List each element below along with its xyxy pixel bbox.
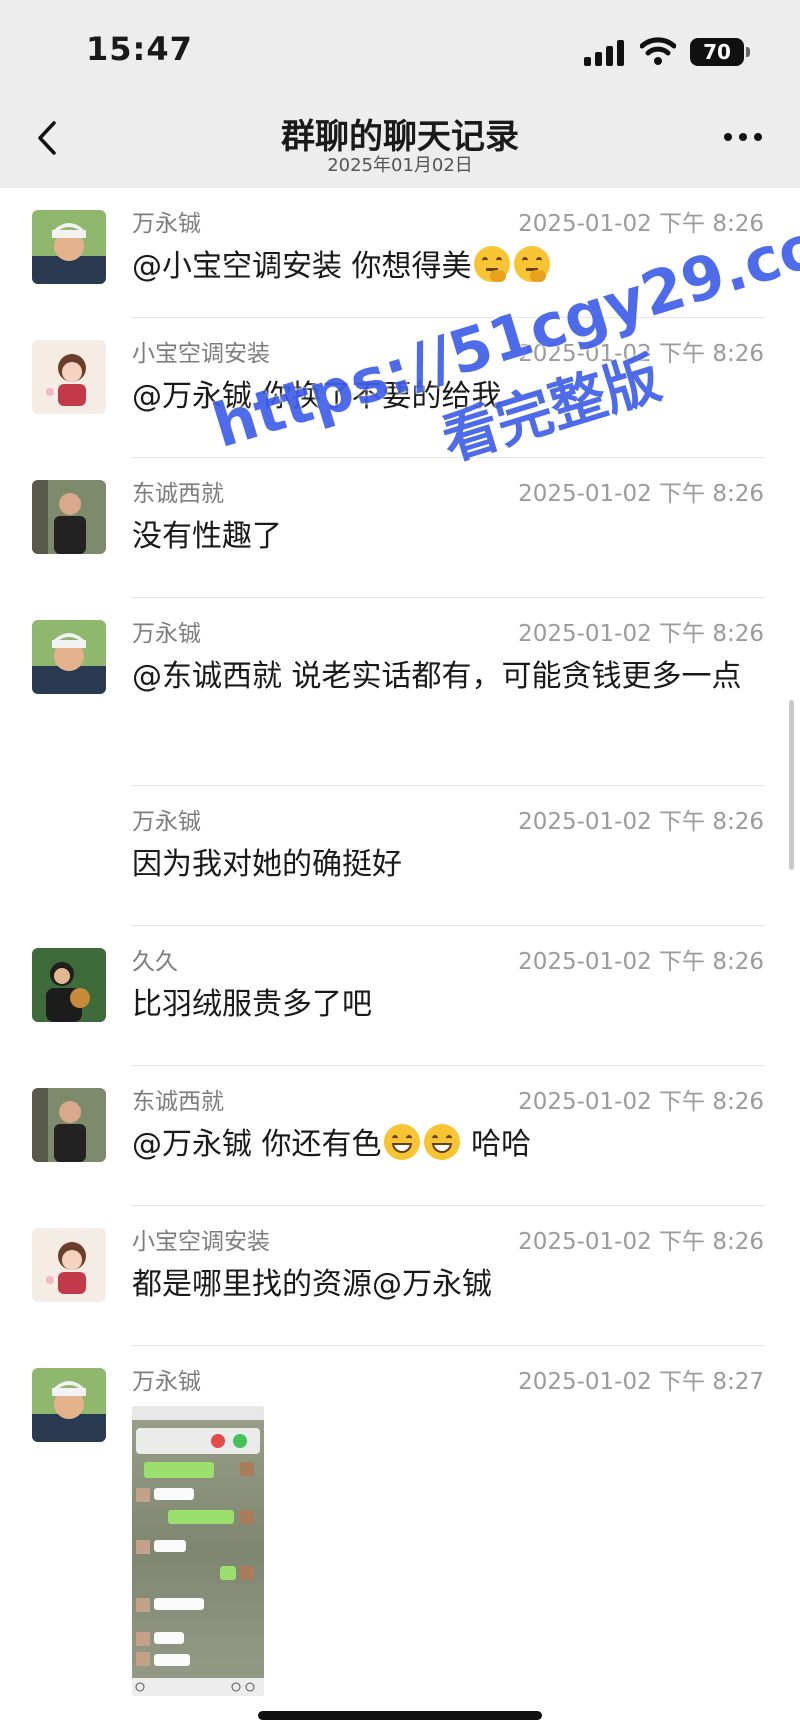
- sender-name: 万永铖: [132, 809, 201, 835]
- scrollbar-thumb[interactable]: [789, 700, 794, 870]
- wifi-icon: [640, 37, 676, 65]
- grinning-face-emoji-icon: [423, 1124, 460, 1160]
- page-subtitle: 2025年01月02日: [327, 155, 473, 176]
- sender-name: 小宝空调安装: [132, 341, 270, 367]
- sender-name: 万永铖: [132, 211, 201, 237]
- message-text-content: @万永铖 你还有色: [132, 1127, 382, 1162]
- status-time: 15:47: [86, 30, 193, 68]
- nav-bar: 群聊的聊天记录 2025年01月02日: [0, 95, 800, 188]
- message-item[interactable]: 万永铖 2025-01-02 下午 8:26 @小宝空调安装 你想得美: [0, 188, 800, 318]
- message-item[interactable]: 万永铖 2025-01-02 下午 8:26 @东诚西就 说老实话都有，可能贪钱…: [0, 598, 800, 786]
- message-time: 2025-01-02 下午 8:26: [518, 481, 764, 507]
- home-indicator: [258, 1711, 542, 1720]
- sender-name: 久久: [132, 949, 178, 975]
- message-text: 比羽绒服贵多了吧: [132, 987, 372, 1022]
- cellular-signal-icon: [584, 40, 624, 66]
- sender-name: 万永铖: [132, 1369, 201, 1395]
- message-item[interactable]: 小宝空调安装 2025-01-02 下午 8:26 @万永铖 你换了不要的给我: [0, 318, 800, 458]
- thinking-face-emoji-icon: [473, 246, 510, 282]
- message-text-content: @小宝空调安装 你想得美: [132, 249, 472, 284]
- message-time: 2025-01-02 下午 8:26: [518, 341, 764, 367]
- message-item[interactable]: 万永铖 2025-01-02 下午 8:26 因为我对她的确挺好: [0, 786, 800, 926]
- message-item[interactable]: 万永铖 2025-01-02 下午 8:27: [0, 1346, 800, 1733]
- message-item[interactable]: 久久 2025-01-02 下午 8:26 比羽绒服贵多了吧: [0, 926, 800, 1066]
- message-time: 2025-01-02 下午 8:26: [518, 1229, 764, 1255]
- status-bar: 15:47 70: [0, 0, 800, 95]
- sender-name: 东诚西就: [132, 481, 224, 507]
- avatar[interactable]: [32, 1088, 106, 1162]
- message-text: @东诚西就 说老实话都有，可能贪钱更多一点: [132, 659, 742, 694]
- sender-name: 万永铖: [132, 621, 201, 647]
- message-time: 2025-01-02 下午 8:26: [518, 1089, 764, 1115]
- avatar[interactable]: [32, 340, 106, 414]
- sender-name: 小宝空调安装: [132, 1229, 270, 1255]
- avatar[interactable]: [32, 948, 106, 1022]
- avatar[interactable]: [32, 1368, 106, 1442]
- message-item[interactable]: 东诚西就 2025-01-02 下午 8:26 @万永铖 你还有色 哈哈: [0, 1066, 800, 1206]
- message-text: @万永铖 你还有色 哈哈: [132, 1122, 762, 1168]
- message-time: 2025-01-02 下午 8:26: [518, 949, 764, 975]
- message-text: @小宝空调安装 你想得美: [132, 244, 762, 290]
- battery-cap: [746, 47, 750, 57]
- message-text-suffix: 哈哈: [471, 1127, 532, 1162]
- chat-screenshot-image[interactable]: [132, 1406, 264, 1696]
- avatar[interactable]: [32, 620, 106, 694]
- message-item[interactable]: 小宝空调安装 2025-01-02 下午 8:26 都是哪里找的资源@万永铖: [0, 1206, 800, 1346]
- more-options-icon[interactable]: [718, 117, 768, 157]
- message-time: 2025-01-02 下午 8:26: [518, 621, 764, 647]
- message-text: 因为我对她的确挺好: [132, 847, 402, 882]
- battery-icon: 70: [690, 38, 744, 66]
- grinning-face-emoji-icon: [383, 1124, 420, 1160]
- thinking-face-emoji-icon: [513, 246, 550, 282]
- avatar[interactable]: [32, 210, 106, 284]
- avatar[interactable]: [32, 480, 106, 554]
- message-item[interactable]: 东诚西就 2025-01-02 下午 8:26 没有性趣了: [0, 458, 800, 598]
- sender-name: 东诚西就: [132, 1089, 224, 1115]
- message-text: 没有性趣了: [132, 519, 282, 554]
- message-text: @万永铖 你换了不要的给我: [132, 379, 502, 414]
- avatar[interactable]: [32, 1228, 106, 1302]
- message-time: 2025-01-02 下午 8:26: [518, 211, 764, 237]
- message-time: 2025-01-02 下午 8:27: [518, 1369, 764, 1395]
- message-text: 都是哪里找的资源@万永铖: [132, 1267, 492, 1302]
- message-time: 2025-01-02 下午 8:26: [518, 809, 764, 835]
